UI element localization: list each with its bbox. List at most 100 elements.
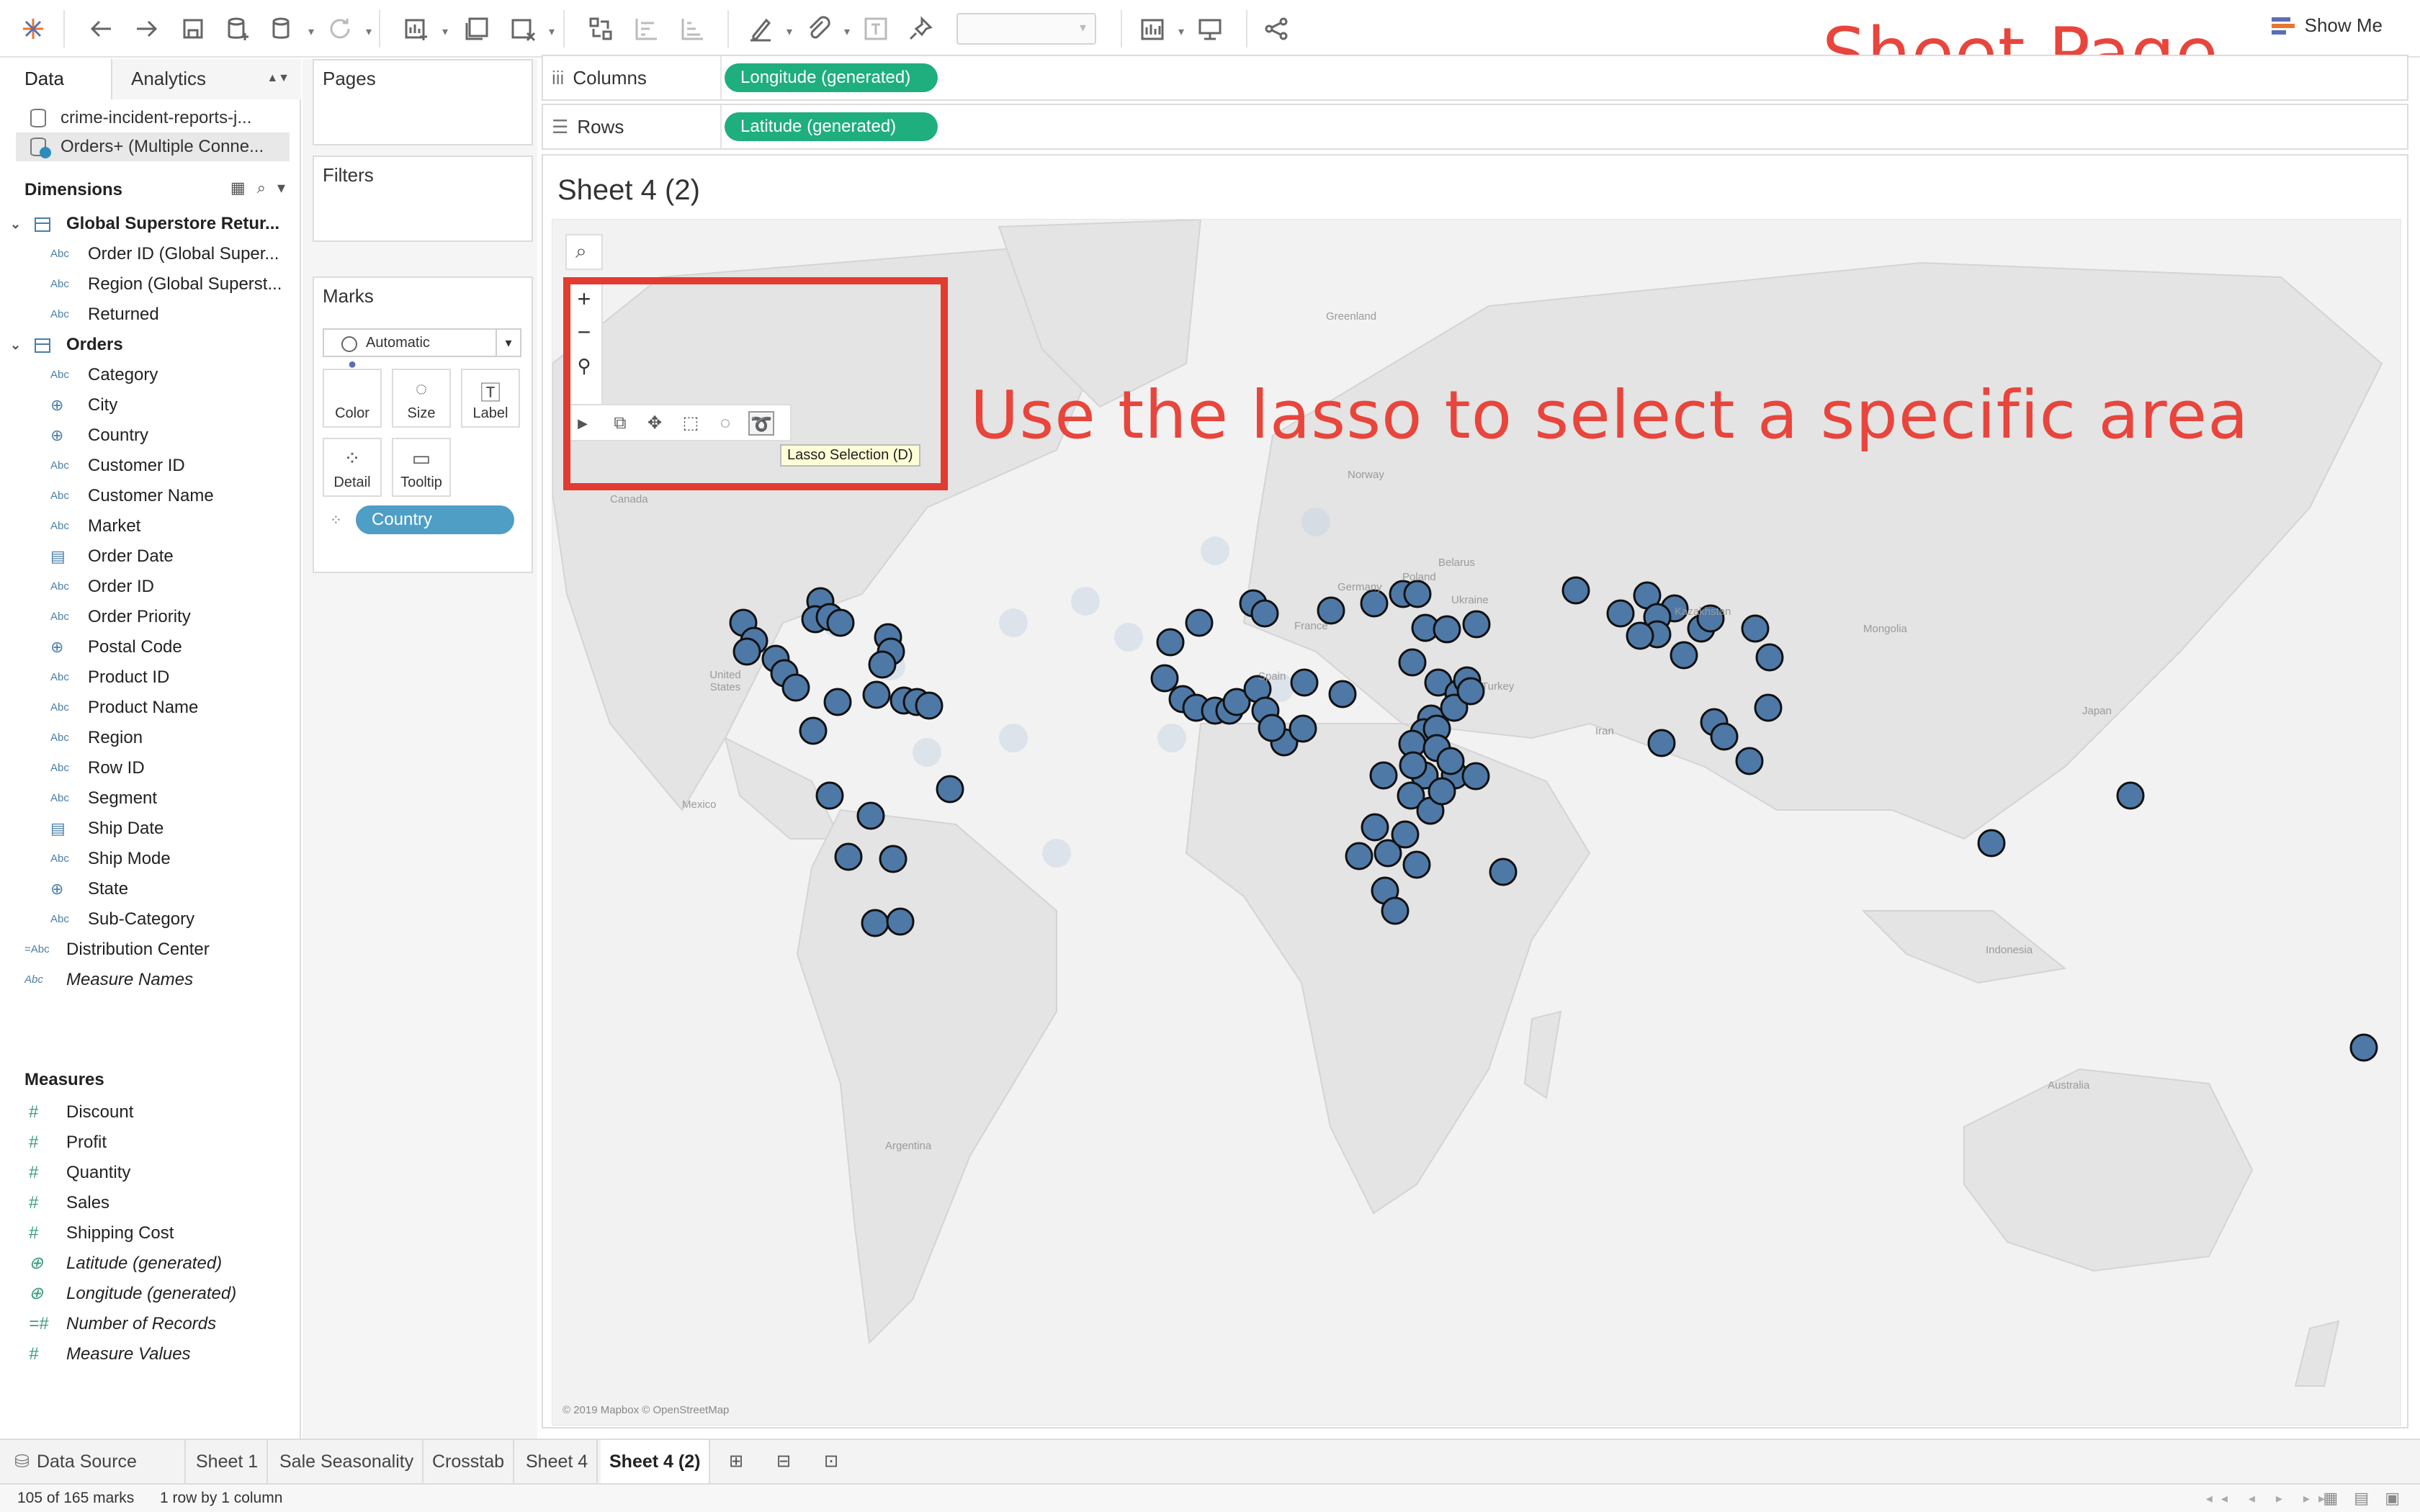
- longitude-pill[interactable]: Longitude (generated): [725, 63, 938, 92]
- latitude-pill[interactable]: Latitude (generated): [725, 112, 938, 141]
- map-mark[interactable]: [936, 775, 964, 804]
- detail-button[interactable]: ⁘ Detail: [323, 438, 382, 501]
- tooltip-button[interactable]: ▭ Tooltip: [392, 438, 451, 501]
- new-dashboard-icon[interactable]: ⊟: [771, 1449, 797, 1475]
- map-mark[interactable]: [1258, 714, 1286, 742]
- map-mark[interactable]: [1360, 589, 1389, 618]
- tab-sheet-4-2[interactable]: Sheet 4 (2): [601, 1440, 711, 1483]
- tab-crosstab[interactable]: Crosstab: [424, 1440, 515, 1483]
- show-me-button[interactable]: Show Me: [2271, 14, 2383, 37]
- map-mark[interactable]: [1185, 608, 1214, 637]
- map-mark[interactable]: [862, 680, 891, 709]
- map-mark[interactable]: [815, 781, 844, 810]
- duplicate-sheet-icon[interactable]: [458, 10, 496, 48]
- map-mark[interactable]: [1428, 777, 1456, 806]
- map-mark[interactable]: [856, 801, 885, 830]
- map-mark[interactable]: [1381, 896, 1410, 925]
- sheet-navigation[interactable]: ◂◂ ◂ ▸ ▸▸: [2206, 1485, 2334, 1512]
- map-mark[interactable]: [1977, 829, 2006, 858]
- map-mark[interactable]: [1462, 610, 1491, 639]
- map-mark[interactable]: [915, 691, 944, 720]
- highlight-icon[interactable]: ▾: [742, 10, 792, 48]
- filters-card[interactable]: Filters: [313, 156, 533, 242]
- refresh-icon[interactable]: ▾: [321, 10, 372, 48]
- map-mark[interactable]: [1391, 820, 1420, 849]
- clear-sheet-icon[interactable]: ▾: [504, 10, 555, 48]
- view-toggle-icon[interactable]: ▦: [230, 179, 246, 197]
- save-icon[interactable]: [174, 10, 212, 48]
- map-mark[interactable]: [868, 650, 897, 679]
- map-mark[interactable]: [1436, 747, 1465, 775]
- map-mark-unselected[interactable]: [913, 738, 941, 767]
- swap-icon[interactable]: [582, 10, 619, 48]
- map-mark[interactable]: [1399, 751, 1428, 780]
- map-mark[interactable]: [823, 688, 852, 716]
- redo-icon[interactable]: [128, 10, 166, 48]
- search-icon[interactable]: ⌕: [257, 179, 266, 197]
- map-search-button[interactable]: ⌕: [565, 234, 603, 270]
- view-switcher[interactable]: ▦ ▤ ▣: [2323, 1485, 2406, 1512]
- map-mark[interactable]: [732, 637, 761, 666]
- sort-descending-icon[interactable]: [674, 10, 712, 48]
- map-mark[interactable]: [1398, 648, 1427, 677]
- map-mark[interactable]: [1290, 668, 1319, 697]
- map-mark-unselected[interactable]: [999, 608, 1028, 637]
- fix-axes-icon[interactable]: [902, 10, 939, 48]
- tab-data-source[interactable]: ⛁ Data Source: [0, 1440, 186, 1483]
- tab-sale-seasonality[interactable]: Sale Seasonality: [271, 1440, 424, 1483]
- new-worksheet-icon[interactable]: ⊞: [723, 1449, 749, 1475]
- map-mark-unselected[interactable]: [1201, 536, 1229, 565]
- map-mark[interactable]: [1361, 813, 1389, 842]
- map-mark[interactable]: [1710, 722, 1739, 751]
- datasource-item-selected[interactable]: Orders+ (Multiple Conne...: [16, 132, 290, 161]
- map-mark[interactable]: [834, 842, 863, 871]
- map-mark-unselected[interactable]: [1071, 587, 1100, 616]
- map-mark[interactable]: [1626, 621, 1654, 650]
- map-mark[interactable]: [1289, 714, 1317, 743]
- map-mark-unselected[interactable]: [1114, 623, 1143, 652]
- map-mark-unselected[interactable]: [1157, 724, 1186, 752]
- map-mark[interactable]: [1754, 693, 1783, 722]
- map-mark[interactable]: [1561, 576, 1590, 605]
- label-button[interactable]: 🅃 Label: [461, 369, 520, 432]
- map-mark[interactable]: [879, 845, 908, 873]
- share-icon[interactable]: [1258, 10, 1295, 48]
- sort-ascending-icon[interactable]: [628, 10, 666, 48]
- map-mark[interactable]: [1755, 643, 1784, 672]
- map-mark[interactable]: [1489, 858, 1518, 886]
- map-mark[interactable]: [1345, 842, 1373, 870]
- map-mark[interactable]: [2116, 781, 2145, 810]
- new-datasource-icon[interactable]: [219, 10, 256, 48]
- label-icon[interactable]: [857, 10, 895, 48]
- map-mark[interactable]: [1402, 850, 1431, 879]
- tab-sheet-1[interactable]: Sheet 1: [187, 1440, 269, 1483]
- presentation-icon[interactable]: [1191, 10, 1229, 48]
- map-mark[interactable]: [1433, 615, 1461, 644]
- map-mark[interactable]: [1670, 641, 1698, 670]
- map-mark[interactable]: [1735, 747, 1764, 775]
- map-mark[interactable]: [1606, 599, 1635, 628]
- tab-analytics[interactable]: Analytics ▲▼: [112, 59, 301, 99]
- undo-icon[interactable]: [82, 10, 120, 48]
- map-mark[interactable]: [1741, 614, 1770, 643]
- map-mark[interactable]: [861, 909, 889, 937]
- map-mark[interactable]: [799, 716, 828, 745]
- tab-sheet-4[interactable]: Sheet 4: [517, 1440, 599, 1483]
- chart-type-icon[interactable]: ▾: [1134, 10, 1184, 48]
- menu-dropdown-icon[interactable]: ▾: [277, 179, 285, 197]
- map-mark[interactable]: [1156, 628, 1185, 657]
- pages-card[interactable]: Pages: [313, 59, 533, 145]
- map-mark[interactable]: [1456, 677, 1485, 706]
- datasource-options-icon[interactable]: ▾: [264, 10, 314, 48]
- fit-dropdown[interactable]: ▾: [956, 13, 1096, 45]
- map-mark[interactable]: [1250, 599, 1279, 628]
- map-mark[interactable]: [1403, 580, 1432, 608]
- size-button[interactable]: ◌ Size: [392, 369, 451, 432]
- map-mark[interactable]: [886, 907, 915, 936]
- map-mark[interactable]: [1369, 761, 1398, 790]
- map-mark[interactable]: [1461, 762, 1490, 791]
- map-mark[interactable]: [826, 608, 855, 637]
- mark-type-dropdown[interactable]: Automatic ▾: [323, 328, 521, 357]
- country-detail-pill[interactable]: Country: [356, 505, 514, 534]
- map-mark-unselected[interactable]: [999, 724, 1028, 752]
